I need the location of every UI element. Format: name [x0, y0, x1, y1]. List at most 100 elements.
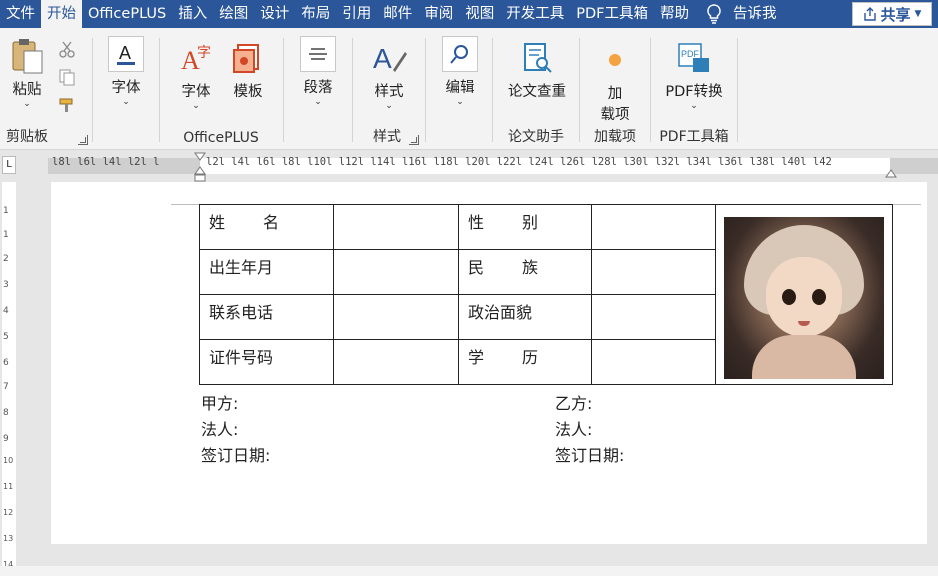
chevron-down-icon: ⌄: [314, 97, 322, 107]
table-row: 姓名 性别: [199, 204, 893, 385]
vertical-ruler-number: 9: [3, 434, 9, 444]
tab-draw[interactable]: 绘图: [213, 0, 254, 28]
table-cell-label[interactable]: 政治面貌: [458, 294, 592, 340]
photo-eye-shape: [812, 288, 826, 305]
cell-text: 别: [521, 213, 538, 232]
tab-view[interactable]: 视图: [459, 0, 500, 28]
table-cell-value[interactable]: [333, 294, 459, 340]
indent-marker-icon[interactable]: [194, 152, 206, 182]
paper-assistant-group-label: 论文助手: [508, 129, 564, 145]
table-cell-value[interactable]: [591, 294, 716, 340]
template-icon: [230, 40, 266, 76]
tab-selector-button[interactable]: L: [2, 156, 16, 174]
cut-icon[interactable]: [58, 40, 76, 58]
addins-label-line2: 载项: [600, 107, 630, 123]
cell-text: 姓: [209, 213, 226, 232]
officeplus-font-button[interactable]: A字 字体 ⌄: [176, 40, 216, 111]
editing-button[interactable]: 编辑 ⌄: [440, 36, 480, 107]
svg-text:字: 字: [197, 45, 211, 61]
copy-icon[interactable]: [58, 68, 76, 86]
chevron-down-icon: ⌄: [385, 101, 393, 111]
table-cell-label[interactable]: 证件号码: [199, 339, 334, 385]
right-indent-marker-icon[interactable]: [885, 166, 897, 178]
cell-text: 民: [468, 258, 485, 277]
tab-design[interactable]: 设计: [254, 0, 295, 28]
share-button[interactable]: 共享 ▼: [852, 2, 932, 26]
table-cell-label[interactable]: 出生年月: [199, 249, 334, 295]
font-label: 字体: [111, 80, 141, 96]
share-icon: [863, 7, 876, 21]
horizontal-ruler[interactable]: L l8l l6l l4l l2l l l2l l4l l6l l8l l10l…: [0, 150, 938, 182]
table-cell-value[interactable]: [333, 204, 459, 250]
table-cell-label[interactable]: 民族: [458, 249, 592, 295]
paragraph-label: 段落: [303, 80, 333, 96]
styles-launcher-icon[interactable]: [409, 135, 419, 145]
cell-text: 政治面貌: [468, 303, 533, 322]
party-a-sign-date-label: 签订日期:: [201, 446, 271, 465]
vertical-ruler-number: 11: [3, 482, 14, 491]
tab-help[interactable]: 帮助: [654, 0, 695, 28]
vertical-ruler-number: 2: [3, 254, 9, 264]
document-page[interactable]: 姓名 性别 出生年月 民族 联系电话 政治面貌 证件号码 学 历 甲方: 法人:…: [51, 182, 927, 544]
table-cell-value[interactable]: [333, 339, 459, 385]
personal-info-table[interactable]: 姓名 性别 出生年月 民族 联系电话 政治面貌 证件号码 学 历: [199, 204, 893, 385]
party-b-legal-rep-label: 法人:: [555, 420, 593, 439]
paragraph-button[interactable]: 段落 ⌄: [298, 36, 338, 107]
styles-button[interactable]: A 样式 ⌄: [369, 40, 409, 111]
table-cell-value[interactable]: [333, 249, 459, 295]
font-color-icon: A: [108, 36, 144, 72]
table-cell-label[interactable]: 性别: [458, 204, 592, 250]
cell-label-spread: 姓名: [209, 209, 279, 233]
font-button[interactable]: A 字体 ⌄: [105, 36, 147, 107]
paper-assistant-group: 论文查重 论文助手: [493, 28, 579, 150]
table-cell-label[interactable]: 学历: [458, 339, 592, 385]
cell-text: 证件号码: [209, 348, 274, 367]
styles-button-label: 样式: [374, 84, 404, 100]
tab-insert[interactable]: 插入: [172, 0, 213, 28]
clipboard-launcher-icon[interactable]: [78, 135, 88, 145]
tab-references[interactable]: 引用: [336, 0, 377, 28]
officeplus-template-button[interactable]: 模板: [228, 40, 268, 101]
table-cell-value[interactable]: [591, 204, 716, 250]
plagiarism-check-label: 论文查重: [508, 84, 566, 100]
plagiarism-check-button[interactable]: 论文查重: [505, 40, 569, 101]
cell-label-spread: 民族: [468, 254, 538, 278]
vertical-ruler-number: 12: [3, 508, 14, 517]
photo-cell[interactable]: [715, 204, 893, 385]
tab-mailings[interactable]: 邮件: [377, 0, 418, 28]
lightbulb-icon[interactable]: [701, 0, 727, 28]
addins-icon: [597, 42, 633, 78]
addins-button[interactable]: 加 载项: [592, 42, 638, 124]
vertical-ruler-number: 4: [3, 306, 9, 316]
table-cell-value[interactable]: [591, 249, 716, 295]
pdf-convert-button[interactable]: PDF PDF转换 ⌄: [661, 40, 727, 111]
ribbon-tab-bar: 文件 开始 OfficePLUS 插入 绘图 设计 布局 引用 邮件 审阅 视图…: [0, 0, 938, 28]
vertical-ruler-number: 7: [3, 382, 9, 392]
paste-button[interactable]: 粘贴 ⌄: [6, 38, 48, 109]
table-cell-value[interactable]: [591, 339, 716, 385]
format-painter-icon[interactable]: [58, 96, 76, 114]
tab-home[interactable]: 开始: [41, 0, 82, 28]
search-icon: [442, 36, 478, 72]
tab-pdf-toolbox[interactable]: PDF工具箱: [570, 0, 654, 28]
vertical-ruler[interactable]: 1 1 2 3 4 5 6 7 8 9 10 11 12 13 14: [0, 182, 18, 576]
editing-group: 编辑 ⌄: [426, 28, 492, 150]
officeplus-template-label: 模板: [233, 84, 263, 100]
tab-layout[interactable]: 布局: [295, 0, 336, 28]
tab-review[interactable]: 审阅: [418, 0, 459, 28]
vertical-ruler-number: 8: [3, 408, 9, 418]
tab-officeplus[interactable]: OfficePLUS: [82, 0, 172, 28]
profile-photo: [724, 216, 884, 379]
tell-me-search[interactable]: 告诉我: [727, 0, 783, 28]
tab-file[interactable]: 文件: [0, 0, 41, 28]
vertical-ruler-number: 1: [3, 230, 9, 240]
pdf-toolbox-group-label: PDF工具箱: [659, 129, 729, 145]
ruler-right-numbers: l2l l4l l6l l8l l10l l12l l14l l16l l18l…: [206, 156, 832, 168]
table-cell-label[interactable]: 姓名: [199, 204, 334, 250]
cell-text: 性: [468, 213, 485, 232]
paste-icon: [9, 38, 45, 74]
photo-mouth-shape: [798, 320, 810, 326]
table-cell-label[interactable]: 联系电话: [199, 294, 334, 340]
tab-developer[interactable]: 开发工具: [500, 0, 570, 28]
vertical-ruler-number: 3: [3, 280, 9, 290]
